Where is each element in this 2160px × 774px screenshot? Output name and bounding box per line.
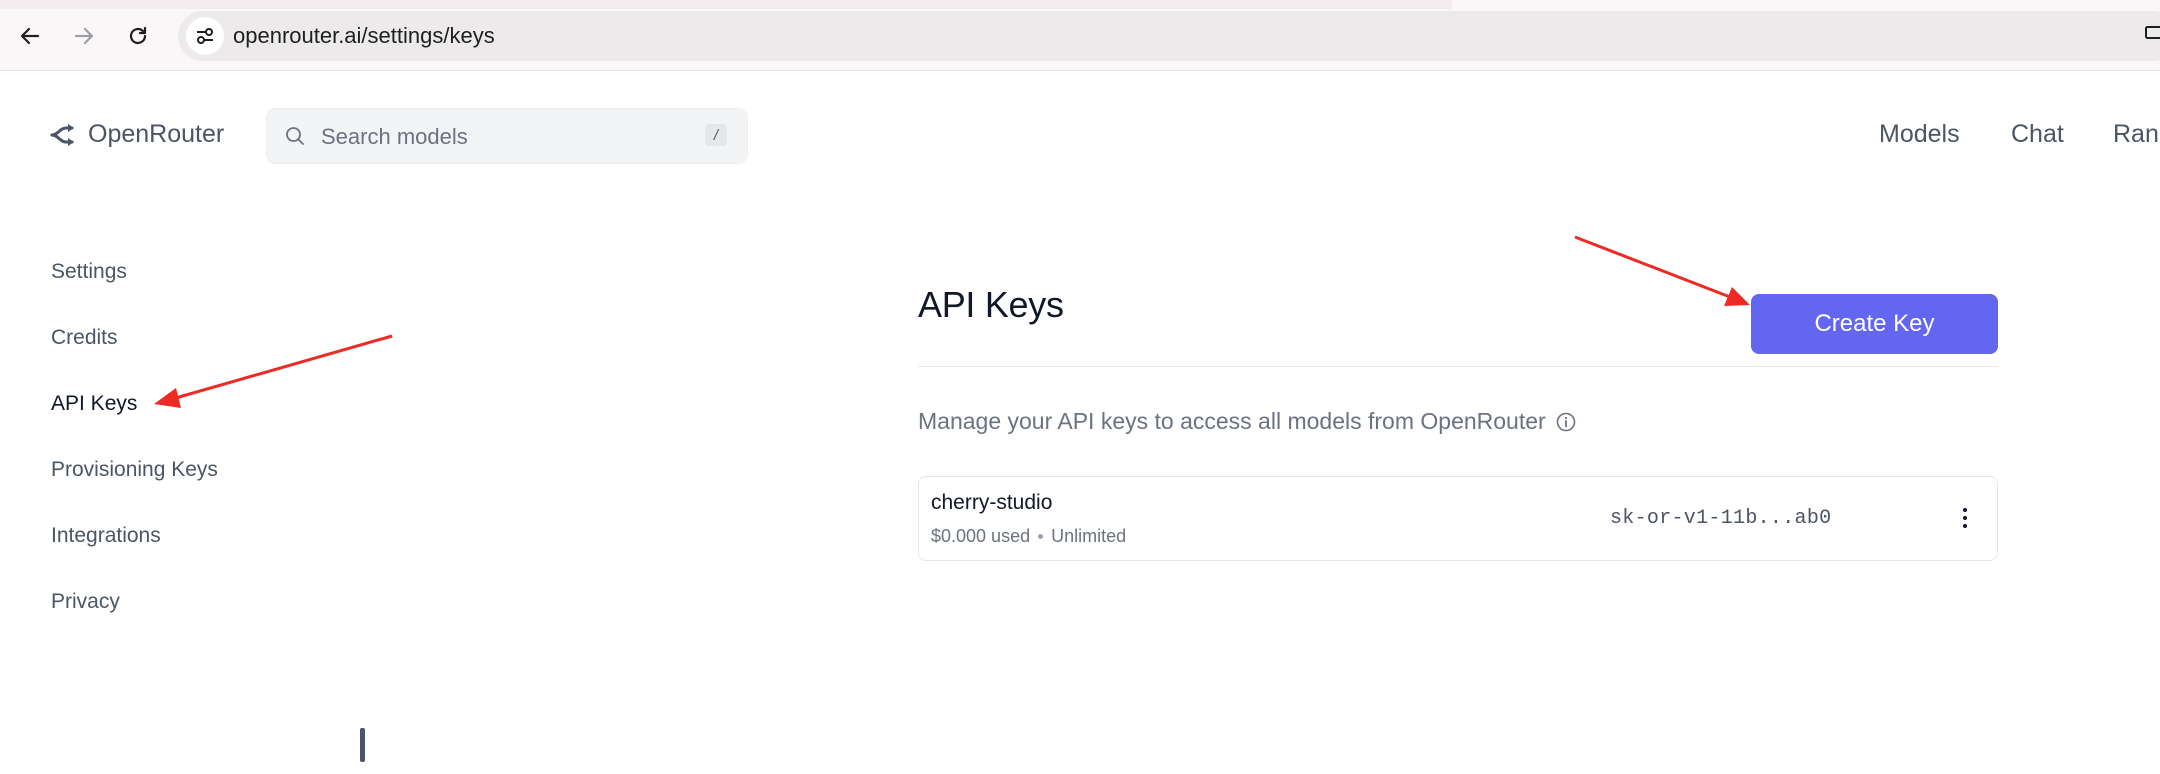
openrouter-logo-icon <box>50 123 74 146</box>
sidebar-item-integrations[interactable]: Integrations <box>51 524 161 548</box>
nav-rankings[interactable]: Rank <box>2113 120 2160 149</box>
page-description: Manage your API keys to access all model… <box>918 408 1576 435</box>
nav-models[interactable]: Models <box>1879 120 1960 149</box>
tab-strip <box>0 0 1452 9</box>
key-usage-info: $0.000 used Unlimited <box>931 526 1126 547</box>
text-cursor <box>360 728 365 762</box>
key-limit: Unlimited <box>1051 526 1127 546</box>
sidebar-item-provisioning-keys[interactable]: Provisioning Keys <box>51 458 218 482</box>
sidebar-item-privacy[interactable]: Privacy <box>51 590 120 614</box>
api-key-row[interactable]: cherry-studio $0.000 used Unlimited sk-o… <box>918 476 1998 561</box>
key-usage: $0.000 used <box>931 526 1031 546</box>
arrow-to-api-keys <box>154 334 393 408</box>
sidebar-item-credits[interactable]: Credits <box>51 326 118 350</box>
masked-key: sk-or-v1-11b...ab0 <box>1610 507 1832 530</box>
address-bar[interactable]: openrouter.ai/settings/keys <box>178 11 2160 61</box>
forward-arrow-icon <box>74 27 94 45</box>
search-models-input[interactable]: Search models / <box>266 108 748 164</box>
search-shortcut-badge: / <box>705 124 727 146</box>
url-text[interactable]: openrouter.ai/settings/keys <box>233 23 495 49</box>
back-arrow-icon <box>20 27 40 45</box>
info-icon[interactable] <box>1556 412 1576 432</box>
arrow-to-create-key <box>1574 235 1750 306</box>
separator-dot <box>1038 534 1044 539</box>
nav-chat[interactable]: Chat <box>2011 120 2064 149</box>
back-button[interactable] <box>10 16 50 56</box>
sidebar-item-settings[interactable]: Settings <box>51 260 127 284</box>
title-divider <box>918 366 1998 367</box>
site-info-button[interactable] <box>186 17 224 55</box>
key-name: cherry-studio <box>931 491 1053 514</box>
brand-logo[interactable]: OpenRouter <box>50 120 224 149</box>
site-settings-icon <box>197 28 213 44</box>
search-icon <box>286 127 304 145</box>
sidebar-item-api-keys[interactable]: API Keys <box>51 392 137 416</box>
more-vertical-icon[interactable] <box>1955 503 1975 533</box>
page-title: API Keys <box>918 284 1064 325</box>
forward-button[interactable] <box>64 16 104 56</box>
description-text: Manage your API keys to access all model… <box>918 408 1546 434</box>
create-key-button[interactable]: Create Key <box>1751 294 1998 354</box>
search-placeholder: Search models <box>321 124 468 149</box>
reload-button[interactable] <box>118 16 158 56</box>
browser-toolbar: openrouter.ai/settings/keys <box>0 0 2160 71</box>
reload-icon <box>129 26 147 45</box>
device-icon[interactable] <box>2144 24 2160 44</box>
brand-name: OpenRouter <box>88 120 225 148</box>
